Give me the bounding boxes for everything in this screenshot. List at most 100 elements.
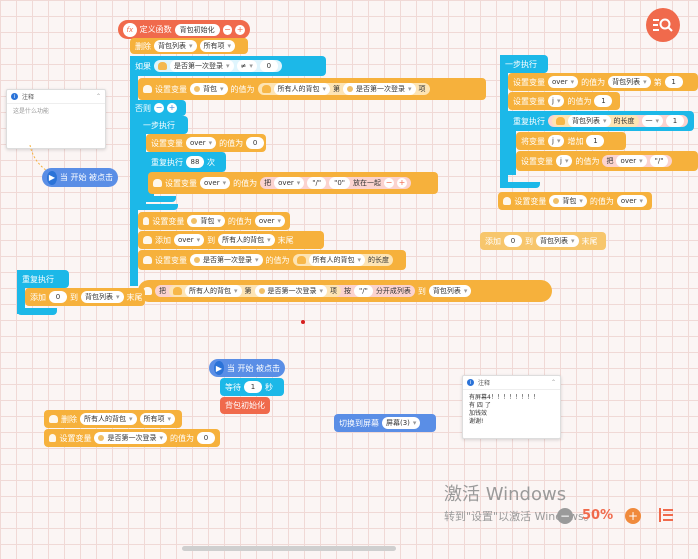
zoom-in-button[interactable]: +: [625, 508, 641, 524]
value-dropdown[interactable]: over: [174, 234, 205, 246]
join-a-dropdown[interactable]: over: [616, 155, 647, 167]
var-dropdown[interactable]: 是否第一次登录: [94, 432, 167, 444]
var-dropdown[interactable]: 背包: [190, 83, 228, 95]
list-dropdown[interactable]: 所有人的背包: [218, 234, 275, 246]
delete-items-block[interactable]: 删除 背包列表 所有项: [130, 38, 248, 54]
function-name-field[interactable]: 背包初始化: [174, 23, 220, 36]
remove-param-icon[interactable]: −: [222, 24, 233, 35]
right-set-join-block[interactable]: 设置变量 j 的值为 把 over "/": [516, 151, 698, 171]
join-reporter[interactable]: 把 over "/" "0" 放在一起 − +: [260, 177, 411, 189]
value-dropdown[interactable]: over: [254, 215, 285, 227]
list-dropdown[interactable]: 背包列表: [608, 76, 651, 88]
else-block[interactable]: 否则 − +: [130, 100, 186, 116]
list-dropdown[interactable]: 所有人的背包: [273, 83, 331, 95]
list-item-reporter[interactable]: 所有人的背包 第 是否第一次登录 项: [257, 83, 430, 95]
comment-note-2[interactable]: i 注释 ⌃ 有屏幕4！！！！！！！！ 有 四 了 加钱效 谢谢!: [462, 375, 561, 439]
search-button[interactable]: [646, 8, 680, 42]
var-dropdown[interactable]: over: [186, 137, 217, 149]
minus-reporter[interactable]: 背包列表 的长度 一 1: [548, 115, 689, 127]
step-execute-block[interactable]: 一步执行: [138, 116, 188, 134]
value-field[interactable]: 1: [594, 95, 613, 107]
call-function-block[interactable]: 背包初始化: [220, 397, 270, 414]
target-list-dropdown[interactable]: 背包列表: [428, 285, 472, 297]
var-dropdown[interactable]: 背包: [549, 195, 587, 207]
collapse-icon[interactable]: ⌃: [551, 379, 556, 386]
right-set-over-block[interactable]: 设置变量 over 的值为 背包列表 第 1: [508, 73, 698, 91]
index-dropdown[interactable]: 是否第一次登录: [343, 83, 416, 95]
list-dropdown[interactable]: 背包列表: [81, 291, 124, 303]
list-dropdown[interactable]: 背包列表: [154, 40, 197, 52]
define-function-block[interactable]: fx 定义函数 背包初始化 − +: [118, 20, 250, 39]
add-else-icon[interactable]: +: [167, 103, 177, 113]
repeat-88-block[interactable]: 重复执行 88 次: [146, 152, 226, 172]
arrange-icon[interactable]: [658, 507, 674, 523]
join-a-dropdown[interactable]: over: [274, 177, 305, 189]
var-dropdown[interactable]: over: [548, 76, 579, 88]
add-param-icon[interactable]: +: [235, 24, 245, 35]
index-field[interactable]: 1: [664, 76, 683, 88]
if-condition[interactable]: 是否第一次登录 ≠ 0: [154, 60, 282, 72]
compare-value[interactable]: 0: [259, 60, 278, 72]
var-dropdown[interactable]: j: [556, 155, 573, 167]
var-dropdown[interactable]: 是否第一次登录: [190, 254, 263, 266]
comment-note[interactable]: i 注释 ⌃ 这是什么功能: [6, 89, 106, 149]
items-dropdown[interactable]: 所有项: [139, 413, 176, 425]
set-bag-over-block[interactable]: 设置变量 背包 的值为 over: [138, 212, 290, 230]
split-block[interactable]: 把 所有人的背包 第 是否第一次登录 项 按 "/" 分开成列表 到 背包列表: [138, 280, 552, 302]
switch-screen-block[interactable]: 切换到屏幕 屏幕(3): [334, 414, 436, 432]
value-field[interactable]: 1: [586, 135, 605, 147]
list-dropdown[interactable]: 背包列表: [568, 115, 611, 127]
wait-block[interactable]: 等待 1 秒: [220, 378, 284, 396]
note-body[interactable]: 这是什么功能: [7, 104, 105, 120]
operator-dropdown[interactable]: 一: [641, 115, 664, 127]
screen-dropdown[interactable]: 屏幕(3): [382, 417, 421, 429]
if-block[interactable]: 如果 是否第一次登录 ≠ 0: [130, 56, 326, 76]
left-repeat-block[interactable]: 重复执行: [17, 270, 69, 288]
right-change-j-block[interactable]: 将变量 j 增加 1: [516, 132, 626, 150]
length-reporter[interactable]: 所有人的背包 的长度: [292, 254, 394, 266]
list-dropdown[interactable]: 所有人的背包: [308, 254, 366, 266]
remove-input-icon[interactable]: −: [384, 178, 394, 188]
items-dropdown[interactable]: 所有项: [199, 40, 236, 52]
var-dropdown[interactable]: j: [548, 95, 565, 107]
horizontal-scrollbar[interactable]: [182, 546, 396, 551]
add-input-icon[interactable]: +: [397, 178, 407, 188]
set-over-zero-block[interactable]: 设置变量 over 的值为 0: [146, 134, 266, 152]
collapse-icon[interactable]: ⌃: [96, 93, 101, 100]
set-over-join-block[interactable]: 设置变量 over 的值为 把 over "/" "0" 放在一起 − +: [148, 172, 438, 194]
index-dropdown[interactable]: 是否第一次登录: [254, 285, 328, 297]
seconds-field[interactable]: 1: [244, 381, 262, 393]
right-repeat-block[interactable]: 重复执行 背包列表 的长度 一 1: [508, 111, 694, 131]
var-dropdown[interactable]: 是否第一次登录: [170, 60, 234, 72]
set-first-login-block[interactable]: 设置变量 是否第一次登录 的值为 所有人的背包 的长度: [138, 250, 406, 270]
var-dropdown[interactable]: j: [548, 135, 565, 147]
right-set-bag-block[interactable]: 设置变量 背包 的值为 over: [498, 192, 652, 210]
list-dropdown[interactable]: 背包列表: [536, 235, 579, 247]
value-field[interactable]: 0: [197, 432, 215, 444]
value-field[interactable]: 0: [246, 137, 265, 149]
join-b-field[interactable]: "/": [649, 155, 669, 167]
value-field[interactable]: 0: [504, 235, 522, 247]
set-first-zero-block[interactable]: 设置变量 是否第一次登录 的值为 0: [44, 429, 220, 447]
join-c-field[interactable]: "0": [329, 177, 350, 189]
var-dropdown[interactable]: 背包: [187, 215, 225, 227]
when-start-hat-1[interactable]: ▶ 当 开始 被点击: [42, 168, 118, 187]
operator-dropdown[interactable]: ≠: [236, 60, 257, 72]
repeat-count[interactable]: 88: [186, 156, 204, 168]
list-dropdown[interactable]: 所有人的背包: [80, 413, 137, 425]
var-dropdown[interactable]: over: [200, 177, 231, 189]
length-reporter[interactable]: 背包列表 的长度: [552, 115, 639, 127]
split-join-reporter[interactable]: 把 所有人的背包 第 是否第一次登录 项 按 "/" 分开成列表: [155, 285, 415, 297]
right-add-block[interactable]: 添加 0 到 背包列表 末尾: [480, 232, 606, 250]
delete-all-block[interactable]: 删除 所有人的背包 所有项: [44, 410, 182, 428]
when-start-hat-2[interactable]: ▶ 当 开始 被点击: [209, 359, 285, 377]
note-body[interactable]: 有屏幕4！！！！！！！！ 有 四 了 加钱效 谢谢!: [463, 390, 560, 430]
value-dropdown[interactable]: over: [616, 195, 647, 207]
list-item-reporter[interactable]: 所有人的背包 第 是否第一次登录 项: [169, 285, 342, 297]
value-field[interactable]: 1: [666, 115, 685, 127]
add-over-block[interactable]: 添加 over 到 所有人的背包 末尾: [138, 231, 324, 249]
set-bag-block[interactable]: 设置变量 背包 的值为 所有人的背包 第 是否第一次登录 项: [138, 78, 486, 100]
right-step-block[interactable]: 一步执行: [500, 55, 548, 73]
separator-field[interactable]: "/": [354, 285, 373, 297]
join-b-field[interactable]: "/": [307, 177, 327, 189]
